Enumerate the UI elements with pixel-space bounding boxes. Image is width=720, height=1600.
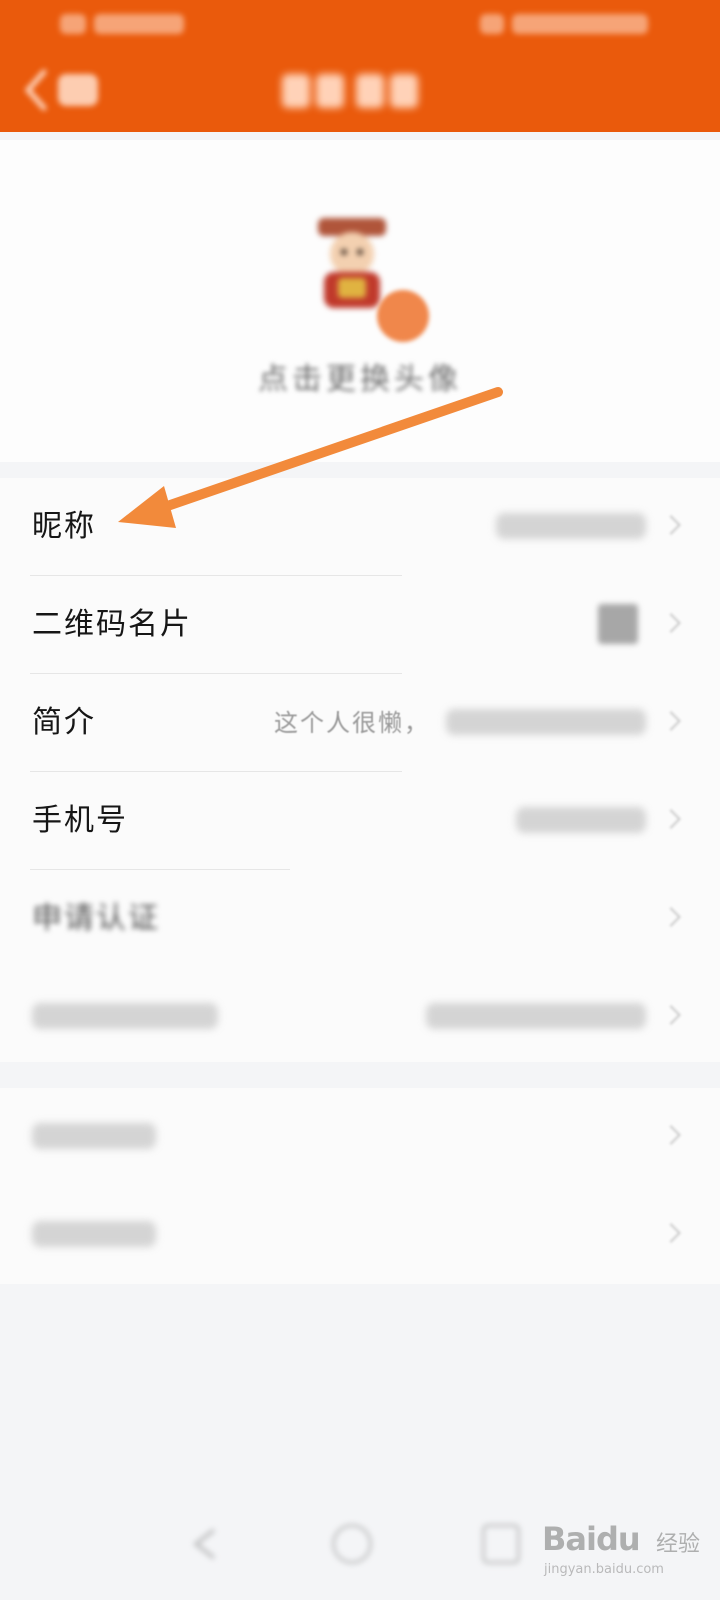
nickname-label: 昵称 xyxy=(32,509,96,544)
nickname-value xyxy=(496,513,646,539)
chevron-right-icon xyxy=(661,1005,681,1025)
settings-list: 昵称 二维码名片 简介 这个人很懒， 手机号 申请认证 xyxy=(0,478,720,1062)
chevron-right-icon xyxy=(661,907,681,927)
top-app-bar xyxy=(0,0,720,132)
nav-back-icon[interactable] xyxy=(186,1524,222,1564)
qr-code-icon xyxy=(598,604,638,644)
settings-row-phone[interactable]: 手机号 xyxy=(0,772,720,870)
blurred-label xyxy=(32,1123,156,1149)
chevron-right-icon xyxy=(661,613,681,633)
settings-row-blurred[interactable] xyxy=(0,968,720,1066)
phone-label: 手机号 xyxy=(32,803,128,838)
nav-home-icon[interactable] xyxy=(332,1524,372,1564)
watermark-url: jingyan.baidu.com xyxy=(544,1562,664,1577)
qr-card-label: 二维码名片 xyxy=(32,607,192,642)
baidu-watermark: Baidu 经验 jingyan.baidu.com xyxy=(542,1512,702,1586)
page-title xyxy=(282,74,422,110)
back-button[interactable] xyxy=(14,62,104,118)
blurred-label xyxy=(32,1003,218,1029)
blurred-label xyxy=(32,1221,156,1247)
bio-value: 这个人很懒， xyxy=(274,709,430,737)
blurred-value xyxy=(426,1003,646,1029)
status-bar xyxy=(0,0,720,46)
settings-row-blurred-3[interactable] xyxy=(0,1186,720,1284)
chevron-right-icon xyxy=(661,809,681,829)
chevron-right-icon xyxy=(661,1223,681,1243)
verification-label: 申请认证 xyxy=(32,901,160,936)
chevron-right-icon xyxy=(661,711,681,731)
settings-row-bio[interactable]: 简介 这个人很懒， xyxy=(0,674,720,772)
settings-row-blurred-2[interactable] xyxy=(0,1088,720,1186)
bio-value-blurred xyxy=(446,709,646,735)
watermark-tag: 经验 xyxy=(655,1532,700,1557)
settings-row-verification[interactable]: 申请认证 xyxy=(0,870,720,968)
status-clock xyxy=(60,12,190,36)
status-indicators xyxy=(480,12,650,36)
watermark-brand: Baidu xyxy=(542,1520,641,1558)
camera-badge-icon[interactable] xyxy=(377,290,429,342)
chevron-right-icon xyxy=(661,515,681,535)
settings-row-nickname[interactable]: 昵称 xyxy=(0,478,720,576)
settings-row-qr-card[interactable]: 二维码名片 xyxy=(0,576,720,674)
bio-label: 简介 xyxy=(32,705,96,740)
chevron-left-icon xyxy=(24,69,98,111)
phone-value xyxy=(516,807,646,833)
settings-list-secondary xyxy=(0,1088,720,1284)
nav-recent-icon[interactable] xyxy=(482,1524,520,1564)
chevron-right-icon xyxy=(661,1125,681,1145)
change-avatar-hint[interactable]: 点击更换头像 xyxy=(255,358,465,402)
